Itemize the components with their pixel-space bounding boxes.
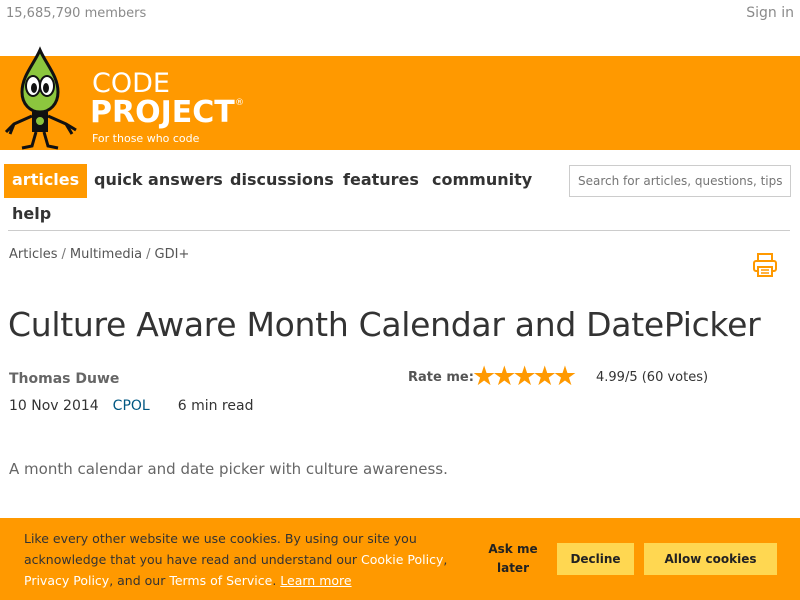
author-link[interactable]: Thomas Duwe xyxy=(9,371,119,387)
breadcrumb-gdi[interactable]: GDI+ xyxy=(155,247,190,262)
privacy-policy-link[interactable]: Privacy Policy xyxy=(24,573,109,588)
article-title: Culture Aware Month Calendar and DatePic… xyxy=(8,305,761,344)
sign-in-link[interactable]: Sign in xyxy=(746,5,794,21)
nav-features[interactable]: features xyxy=(335,164,427,198)
cookie-text-part: Like every other website we use cookies.… xyxy=(24,531,417,567)
logo-registered-mark: ® xyxy=(235,98,244,108)
cookie-text-part: , and our xyxy=(109,573,170,588)
license-link[interactable]: CPOL xyxy=(113,398,150,414)
breadcrumb-separator: / xyxy=(146,247,151,262)
rating-stars: ★★★★★ xyxy=(472,363,577,390)
learn-more-link[interactable]: Learn more xyxy=(280,573,351,588)
star-icon-5[interactable]: ★ xyxy=(553,363,577,390)
logo-tagline: For those who code xyxy=(92,132,200,145)
ask-me-later-button[interactable]: Ask me later xyxy=(486,540,540,578)
cookie-policy-link[interactable]: Cookie Policy xyxy=(361,552,443,567)
breadcrumb-multimedia[interactable]: Multimedia xyxy=(70,247,142,262)
cookie-text-part: , xyxy=(443,552,448,567)
nav-divider xyxy=(8,230,790,231)
nav-community[interactable]: community xyxy=(424,164,540,198)
read-time: 6 min read xyxy=(177,398,254,414)
nav-discussions[interactable]: discussions xyxy=(222,164,342,198)
article-date: 10 Nov 2014 xyxy=(9,398,99,414)
cookie-message: Like every other website we use cookies.… xyxy=(24,528,474,591)
rating-value: 4.99/5 (60 votes) xyxy=(596,370,709,385)
print-icon[interactable] xyxy=(752,252,778,278)
rate-label: Rate me: xyxy=(408,370,474,385)
terms-of-service-link[interactable]: Terms of Service xyxy=(169,573,272,588)
logo-project-text[interactable]: PROJECT xyxy=(90,98,235,128)
codeproject-mascot-icon[interactable] xyxy=(0,46,84,150)
breadcrumb: Articles / Multimedia / GDI+ xyxy=(9,247,189,262)
breadcrumb-separator: / xyxy=(61,247,66,262)
member-count: 15,685,790 members xyxy=(6,6,147,21)
site-banner: CODE PROJECT ® For those who code xyxy=(0,46,800,150)
cookie-banner: Like every other website we use cookies.… xyxy=(0,518,800,600)
logo-code-text[interactable]: CODE xyxy=(92,70,170,97)
allow-cookies-button[interactable]: Allow cookies xyxy=(644,543,777,575)
search-input[interactable] xyxy=(569,165,791,197)
nav-help[interactable]: help xyxy=(4,198,59,232)
nav-articles[interactable]: articles xyxy=(4,164,88,198)
decline-button[interactable]: Decline xyxy=(557,543,634,575)
article-meta: 10 Nov 2014 CPOL 6 min read xyxy=(9,398,253,414)
breadcrumb-articles[interactable]: Articles xyxy=(9,247,57,262)
nav-quick-answers[interactable]: quick answers xyxy=(86,164,231,198)
article-summary: A month calendar and date picker with cu… xyxy=(9,460,448,478)
top-bar: 15,685,790 members Sign in xyxy=(0,0,800,56)
